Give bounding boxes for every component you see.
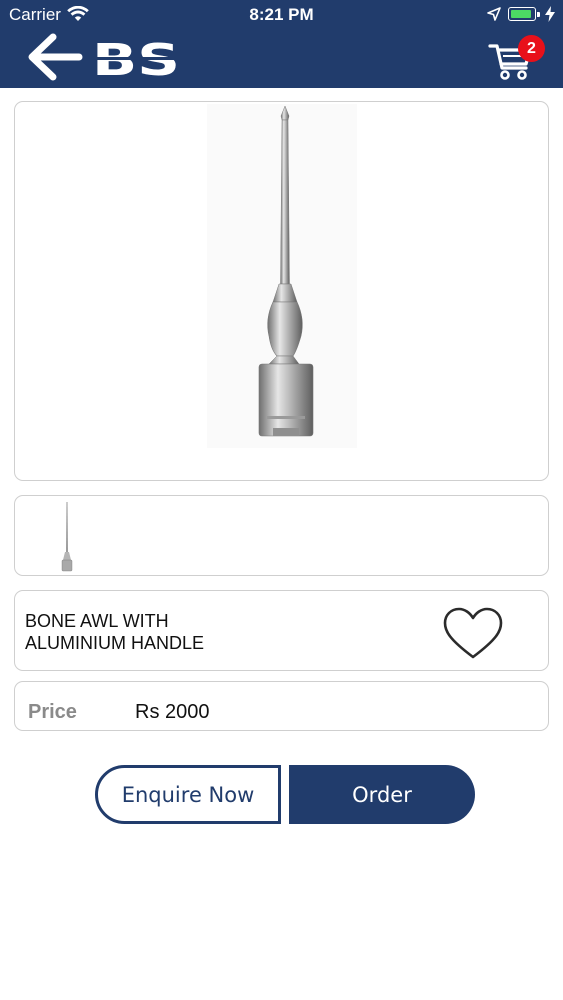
thumbnail-strip: [14, 495, 549, 576]
product-thumbnail[interactable]: [53, 500, 81, 572]
order-button[interactable]: Order: [289, 765, 475, 824]
product-image: [207, 104, 357, 448]
back-arrow-icon[interactable]: [26, 30, 84, 84]
clock: 8:21 PM: [249, 5, 314, 24]
logo: BS: [92, 38, 182, 80]
product-title-card: BONE AWL WITH ALUMINIUM HANDLE: [14, 590, 549, 671]
product-title-line-1: BONE AWL WITH: [25, 611, 169, 631]
price-card: Price Rs 2000: [14, 681, 549, 731]
product-image-card: [14, 101, 549, 481]
cart-count-badge: 2: [518, 35, 545, 62]
bolt-icon: [545, 6, 555, 22]
heart-icon[interactable]: [443, 607, 503, 663]
enquire-now-button[interactable]: Enquire Now: [95, 765, 281, 824]
location-arrow-icon: [487, 7, 501, 21]
product-title-line-2: ALUMINIUM HANDLE: [25, 633, 205, 653]
product-title: BONE AWL WITH ALUMINIUM HANDLE: [25, 610, 325, 654]
price-label: Price: [28, 701, 77, 723]
price-value: Rs 2000: [135, 701, 210, 723]
status-bar: Carrier 8:21 PM: [0, 0, 563, 30]
battery-icon: [508, 7, 540, 21]
top-bar: Carrier 8:21 PM BS 2: [0, 0, 563, 88]
